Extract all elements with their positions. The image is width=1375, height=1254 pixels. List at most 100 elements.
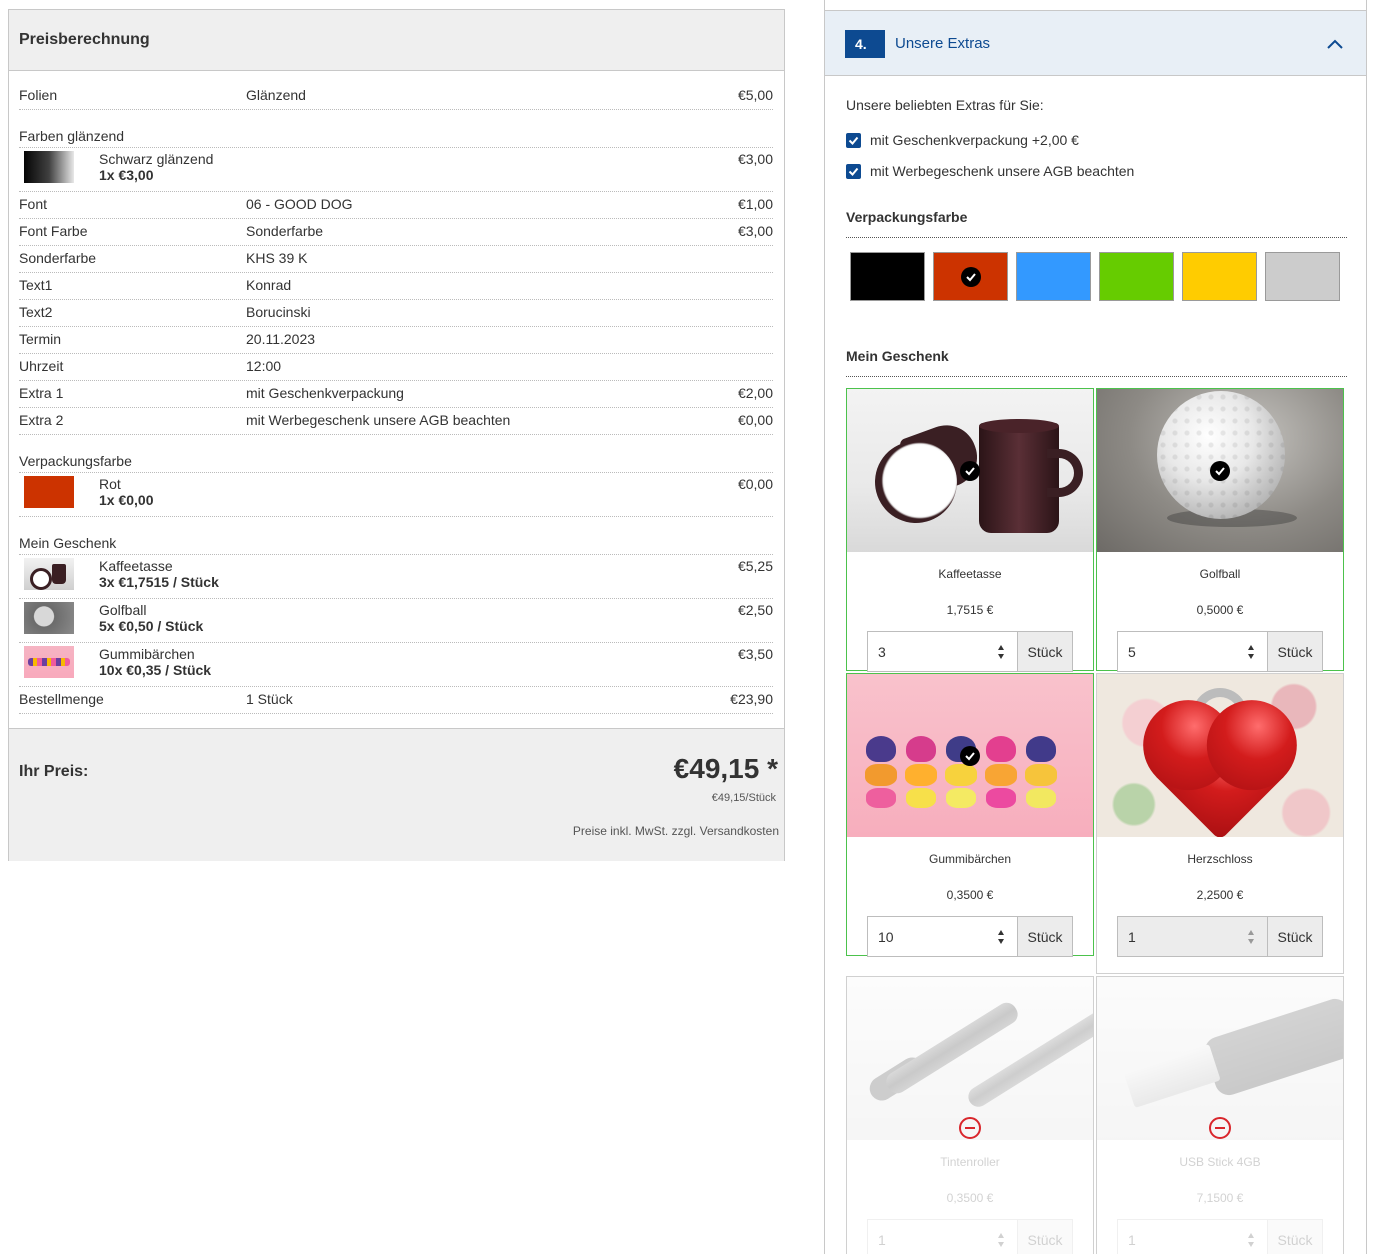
row-value: mit Geschenkverpackung — [246, 385, 404, 401]
section-verpackung: Verpackungsfarbe — [19, 435, 773, 473]
row-label: Text2 — [19, 304, 53, 320]
product-thumbnail — [24, 558, 74, 590]
extras-intro: Unsere beliebten Extras für Sie: — [846, 97, 1044, 113]
gift-card-kaffeetasse[interactable]: Kaffeetasse 1,7515 € 3 Stück — [846, 388, 1094, 672]
product-price: 0,3500 € — [946, 888, 994, 902]
row-label: Sonderfarbe — [19, 250, 97, 266]
product-thumbnail — [24, 646, 74, 678]
gift-card-usb-stick: USB Stick 4GB 7,1500 € 1 Stück — [1096, 976, 1344, 1254]
row-price: €0,00 — [737, 412, 773, 428]
row-uhrzeit: Uhrzeit 12:00 — [19, 354, 773, 381]
swatch-yellow[interactable] — [1182, 252, 1257, 301]
product-name: Golfball — [1199, 567, 1241, 581]
gift-card-gummibaerchen[interactable]: Gummibärchen 0,3500 € 10 Stück — [846, 673, 1094, 957]
option-promo-gift[interactable]: mit Werbegeschenk unsere AGB beachten — [846, 163, 1134, 179]
quantity-input: 1 — [1118, 1220, 1268, 1254]
item-qty: 1x €0,00 — [99, 492, 154, 508]
divider — [846, 237, 1347, 238]
item-name: Kaffeetasse — [99, 558, 173, 574]
chevron-up-icon[interactable] — [1326, 35, 1344, 53]
swatch-red[interactable] — [933, 252, 1008, 301]
row-font-farbe: Font Farbe Sonderfarbe €3,00 — [19, 219, 773, 246]
spinner-arrows-icon[interactable] — [1247, 644, 1255, 660]
row-value: KHS 39 K — [246, 250, 308, 266]
row-bestellmenge: Bestellmenge 1 Stück €23,90 — [19, 687, 773, 714]
minus-circle-icon — [1209, 1117, 1231, 1139]
product-image — [847, 389, 1093, 552]
product-thumbnail — [24, 602, 74, 634]
gift-card-herzschloss[interactable]: Herzschloss 2,2500 € 1 Stück — [1096, 673, 1344, 974]
gift-card-golfball[interactable]: Golfball 0,5000 € 5 Stück — [1096, 388, 1344, 672]
spinner-arrows-icon — [998, 1233, 1004, 1247]
option-label: mit Geschenkverpackung +2,00 € — [870, 132, 1079, 148]
product-price: 2,2500 € — [1196, 888, 1244, 902]
check-circle-icon — [960, 461, 980, 481]
row-value: 12:00 — [246, 358, 282, 374]
quantity-input[interactable]: 1 — [1118, 917, 1268, 956]
extras-panel: 4. Unsere Extras Unsere beliebten Extras… — [824, 0, 1367, 1254]
spinner-arrows-icon[interactable] — [997, 644, 1005, 660]
price-breakdown: Folien Glänzend €5,00 Farben glänzend Sc… — [9, 71, 784, 727]
product-image — [847, 674, 1093, 837]
row-font: Font 06 - GOOD DOG €1,00 — [19, 192, 773, 219]
quantity-stepper[interactable]: 1 Stück — [1117, 916, 1323, 957]
row-price: €3,00 — [737, 151, 773, 167]
product-name: Kaffeetasse — [938, 567, 1002, 581]
total-label: Ihr Preis: — [19, 763, 89, 780]
price-calculation-panel: Preisberechnung Folien Glänzend €5,00 Fa… — [8, 9, 785, 861]
tax-note: Preise inkl. MwSt. zzgl. Versandkosten — [572, 824, 779, 838]
step-number-badge: 4. — [845, 30, 885, 58]
check-circle-icon — [960, 266, 981, 287]
check-circle-icon — [960, 746, 980, 766]
quantity-stepper[interactable]: 5 Stück — [1117, 631, 1323, 672]
item-name: Rot — [99, 476, 121, 492]
swatch-black[interactable] — [850, 252, 925, 301]
swatch-grey[interactable] — [1265, 252, 1340, 301]
option-label: mit Werbegeschenk unsere AGB beachten — [870, 163, 1135, 179]
row-value: Borucinski — [246, 304, 311, 320]
quantity-stepper: 1 Stück — [1117, 1219, 1323, 1254]
row-value: Glänzend — [246, 87, 306, 103]
spinner-arrows-icon[interactable] — [1247, 929, 1255, 945]
section-geschenk: Mein Geschenk — [19, 517, 773, 555]
checkbox-checked[interactable] — [846, 163, 861, 179]
product-price: 7,1500 € — [1196, 1191, 1244, 1205]
row-verpackung-item: Rot 1x €0,00 €0,00 — [19, 473, 773, 517]
item-qty: 3x €1,7515 / Stück — [99, 574, 219, 590]
row-price: €5,00 — [737, 87, 773, 103]
row-gift-gummibaerchen: Gummibärchen 10x €0,35 / Stück €3,50 — [19, 643, 773, 687]
row-label: Extra 1 — [19, 385, 64, 401]
row-price: €23,90 — [730, 691, 773, 707]
gift-card-tintenroller: Tintenroller 0,3500 € 1 Stück — [846, 976, 1094, 1254]
item-qty: 5x €0,50 / Stück — [99, 618, 204, 634]
quantity-input[interactable]: 5 — [1118, 632, 1268, 671]
quantity-stepper[interactable]: 10 Stück — [867, 916, 1073, 957]
item-name: Gummibärchen — [99, 646, 195, 662]
row-extra1: Extra 1 mit Geschenkverpackung €2,00 — [19, 381, 773, 408]
swatch-green[interactable] — [1099, 252, 1174, 301]
product-price: 0,5000 € — [1196, 603, 1244, 617]
option-gift-wrap[interactable]: mit Geschenkverpackung +2,00 € — [846, 132, 1079, 148]
minus-circle-icon — [959, 1117, 981, 1139]
row-price: €2,00 — [737, 385, 773, 401]
quantity-input[interactable]: 3 — [868, 632, 1018, 671]
row-text2: Text2 Borucinski — [19, 300, 773, 327]
extras-accordion-header[interactable]: 4. Unsere Extras — [825, 10, 1366, 76]
total-price: €49,15 * — [673, 753, 778, 784]
swatch-blue[interactable] — [1016, 252, 1091, 301]
spinner-arrows-icon[interactable] — [997, 929, 1005, 945]
color-thumbnail — [24, 476, 74, 508]
quantity-stepper[interactable]: 3 Stück — [867, 631, 1073, 672]
row-label: Font Farbe — [19, 223, 88, 239]
row-price: €3,00 — [737, 223, 773, 239]
product-image — [1097, 674, 1343, 837]
quantity-unit: Stück — [1268, 632, 1322, 671]
quantity-unit: Stück — [1268, 917, 1322, 956]
quantity-stepper: 1 Stück — [867, 1219, 1073, 1254]
section-label: Mein Geschenk — [19, 535, 117, 551]
item-qty: 10x €0,35 / Stück — [99, 662, 212, 678]
spinner-arrows-icon — [1248, 1233, 1254, 1247]
quantity-input[interactable]: 10 — [868, 917, 1018, 956]
product-image — [1097, 389, 1343, 552]
checkbox-checked[interactable] — [846, 132, 861, 148]
